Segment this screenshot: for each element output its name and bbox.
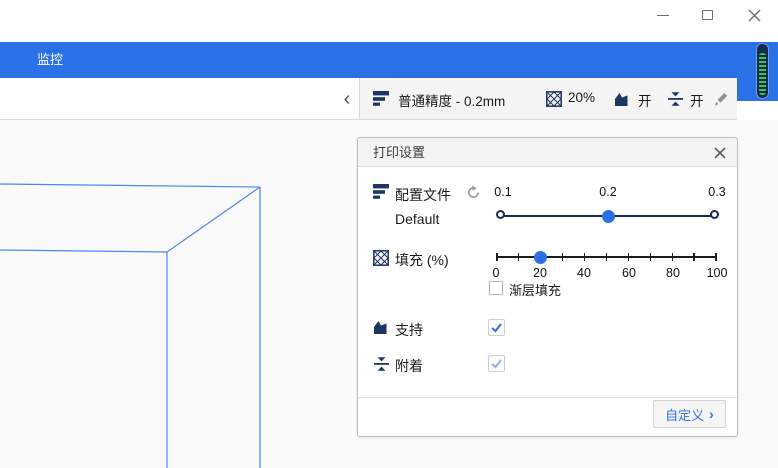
stage-header: 监控: [0, 42, 778, 78]
custom-button-label: 自定义: [665, 405, 704, 424]
profile-tick-0.2: 0.2: [590, 185, 626, 199]
profile-summary-label: 普通精度 - 0.2mm: [398, 90, 505, 110]
adhesion-summary-label: 开: [690, 90, 704, 110]
edit-pencil-icon[interactable]: [713, 91, 729, 107]
infill-tick-60: 60: [611, 266, 647, 280]
adhesion-label: 附着: [395, 356, 423, 376]
close-panel-button[interactable]: [711, 144, 729, 162]
infill-tick-80: 80: [655, 266, 691, 280]
profile-tick-0.1: 0.1: [485, 185, 521, 199]
infill-icon: [373, 250, 389, 266]
panel-footer-divider: [358, 397, 737, 398]
panel-header: 打印设置: [358, 138, 737, 167]
profile-slider-handle[interactable]: [602, 210, 615, 223]
infill-summary-label: 20%: [568, 90, 595, 105]
close-icon: [748, 9, 761, 22]
close-window-button[interactable]: [737, 2, 771, 28]
chevron-left-icon: ‹: [344, 89, 351, 109]
reset-profile-icon[interactable]: [466, 185, 481, 200]
layers-icon: [373, 184, 390, 199]
secondary-toolbar-strip: [0, 78, 359, 120]
material-level-stripes: [759, 53, 766, 95]
support-checkbox[interactable]: [488, 319, 505, 336]
adhesion-icon: [668, 91, 683, 107]
tab-monitor[interactable]: 监控: [37, 42, 63, 78]
minimize-icon: [657, 15, 669, 16]
infill-label: 填充 (%): [395, 250, 449, 270]
layers-icon: [373, 91, 390, 106]
profile-name: Default: [395, 211, 439, 227]
print-settings-panel: 打印设置 配置文件 Default 0.1 0.2 0.3 填充 (%): [357, 137, 738, 437]
title-bar: [0, 0, 778, 42]
infill-icon: [546, 91, 562, 107]
support-icon: [372, 319, 389, 335]
right-gap: [737, 101, 778, 120]
restore-icon: [702, 10, 713, 20]
infill-tick-100: 100: [699, 266, 735, 280]
gradual-infill-label: 渐层填充: [509, 280, 561, 299]
chevron-right-icon: ›: [709, 406, 714, 422]
panel-title: 打印设置: [373, 138, 425, 167]
infill-tick-40: 40: [566, 266, 602, 280]
minimize-button[interactable]: [646, 2, 680, 28]
infill-tick-0: 0: [478, 266, 514, 280]
check-icon: [490, 321, 503, 334]
check-icon: [490, 357, 503, 370]
adhesion-icon: [374, 356, 389, 372]
restore-button[interactable]: [690, 2, 724, 28]
gradual-infill-checkbox[interactable]: [489, 281, 503, 295]
custom-settings-button[interactable]: 自定义 ›: [653, 400, 726, 428]
infill-tick-20: 20: [522, 266, 558, 280]
collapse-panel-button[interactable]: ‹: [336, 86, 358, 112]
profile-slider-stop-max[interactable]: [710, 210, 719, 219]
extruder-material-indicator[interactable]: [756, 43, 769, 99]
adhesion-checkbox[interactable]: [488, 355, 505, 372]
application-window: 监控 ‹ 普通精度 - 0.2mm 20%: [0, 0, 778, 468]
profile-slider-stop-min[interactable]: [496, 210, 505, 219]
support-summary-label: 开: [638, 90, 652, 110]
profile-label: 配置文件: [395, 185, 451, 205]
profile-tick-0.3: 0.3: [699, 185, 735, 199]
support-label: 支持: [395, 320, 423, 340]
infill-slider-handle[interactable]: [534, 251, 547, 264]
print-settings-summary-bar[interactable]: 普通精度 - 0.2mm 20% 开 开: [359, 78, 737, 120]
infill-slider-ticks: [496, 253, 717, 261]
close-icon: [714, 147, 726, 159]
support-icon: [613, 91, 630, 107]
